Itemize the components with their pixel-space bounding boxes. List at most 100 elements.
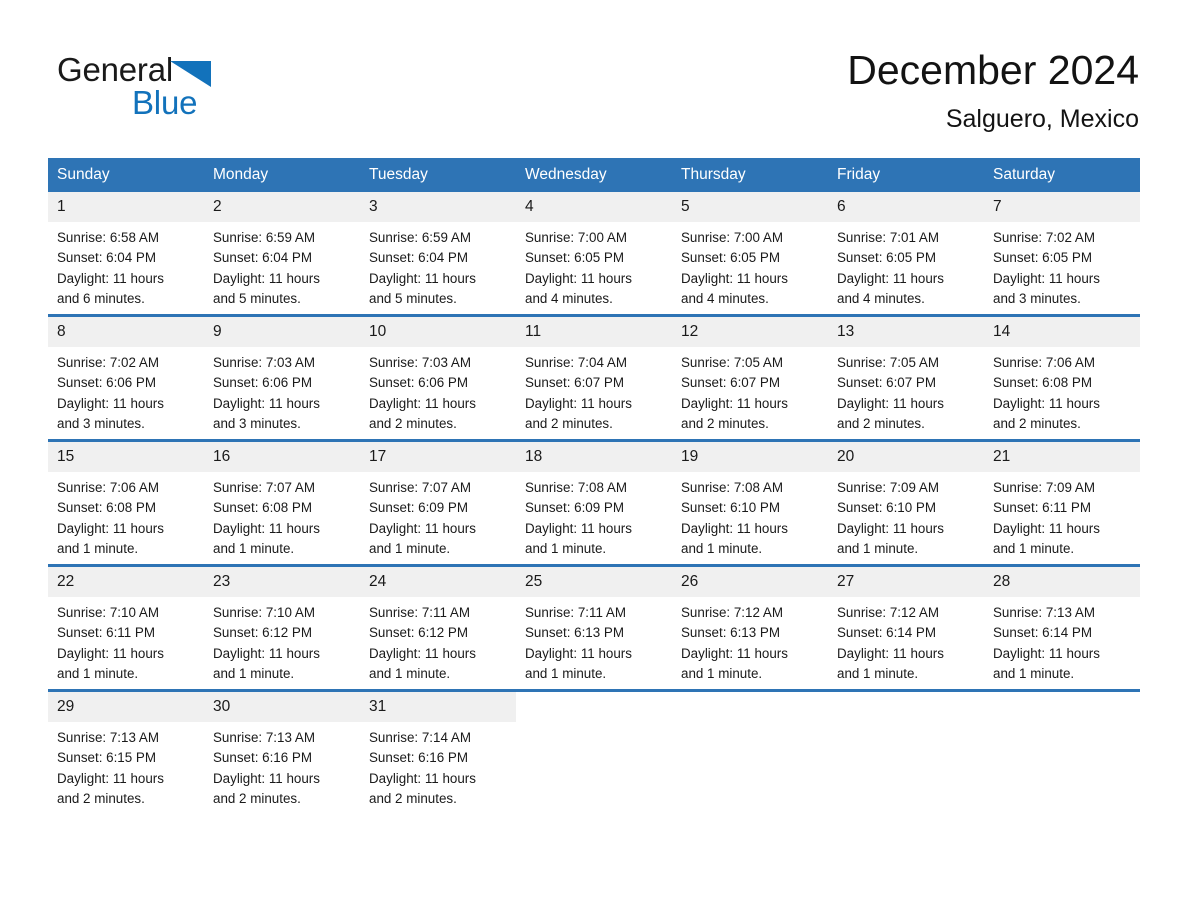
sunrise-text: Sunrise: 7:01 AM xyxy=(837,230,939,245)
daylight-text-line2: and 1 minute. xyxy=(993,540,1075,556)
calendar-day-cell[interactable]: 14 Sunrise: 7:06 AM Sunset: 6:08 PM Dayligh… xyxy=(984,314,1140,441)
calendar-day-cell[interactable]: 9 Sunrise: 7:03 AM Sunset: 6:06 PM Daylight… xyxy=(204,314,360,441)
calendar-day-cell[interactable]: 30 Sunrise: 7:13 AM Sunset: 6:16 PM Dayligh… xyxy=(204,689,360,814)
day-cell-inner: 13 Sunrise: 7:05 AM Sunset: 6:07 PM Dayligh… xyxy=(828,317,984,439)
daylight-text-line1: Daylight: 11 hours xyxy=(213,770,320,786)
calendar-day-cell[interactable]: 22 Sunrise: 7:10 AM Sunset: 6:11 PM Dayligh… xyxy=(48,564,204,691)
daylight-text-line1: Daylight: 11 hours xyxy=(525,645,632,661)
sunset-text: Sunset: 6:12 PM xyxy=(369,625,468,641)
calendar-day-cell[interactable]: 5 Sunrise: 7:00 AM Sunset: 6:05 PM Daylight… xyxy=(672,192,828,316)
calendar-day-cell[interactable]: 7 Sunrise: 7:02 AM Sunset: 6:05 PM Daylight… xyxy=(984,192,1140,316)
calendar-day-cell[interactable]: 16 Sunrise: 7:07 AM Sunset: 6:08 PM Dayligh… xyxy=(204,439,360,566)
calendar-cell-empty xyxy=(672,689,828,814)
calendar-day-cell[interactable]: 29 Sunrise: 7:13 AM Sunset: 6:15 PM Dayligh… xyxy=(48,689,204,814)
day-number: 9 xyxy=(204,317,360,347)
calendar-page: General Blue December 2024 Salguero, Mex… xyxy=(0,0,1188,918)
day-cell-inner: 7 Sunrise: 7:02 AM Sunset: 6:05 PM Daylight… xyxy=(984,192,1140,314)
calendar-day-cell[interactable]: 18 Sunrise: 7:08 AM Sunset: 6:09 PM Dayligh… xyxy=(516,439,672,566)
calendar-day-cell[interactable]: 11 Sunrise: 7:04 AM Sunset: 6:07 PM Dayligh… xyxy=(516,314,672,441)
daylight-text-line2: and 2 minutes. xyxy=(57,790,145,806)
day-number: 26 xyxy=(672,567,828,597)
day-cell-inner: 6 Sunrise: 7:01 AM Sunset: 6:05 PM Daylight… xyxy=(828,192,984,314)
day-details: Sunrise: 7:02 AM Sunset: 6:06 PM Daylight:… xyxy=(48,347,204,434)
calendar-day-cell[interactable]: 1 Sunrise: 6:58 AM Sunset: 6:04 PM Daylight… xyxy=(48,192,204,316)
day-details: Sunrise: 7:14 AM Sunset: 6:16 PM Daylight:… xyxy=(360,722,516,809)
daylight-text-line1: Daylight: 11 hours xyxy=(681,645,788,661)
day-number: 20 xyxy=(828,442,984,472)
sunrise-text: Sunrise: 7:10 AM xyxy=(57,605,159,620)
day-cell-inner: 12 Sunrise: 7:05 AM Sunset: 6:07 PM Dayligh… xyxy=(672,317,828,439)
calendar-day-cell[interactable]: 28 Sunrise: 7:13 AM Sunset: 6:14 PM Dayligh… xyxy=(984,564,1140,691)
day-cell-inner: 5 Sunrise: 7:00 AM Sunset: 6:05 PM Daylight… xyxy=(672,192,828,314)
daylight-text-line2: and 3 minutes. xyxy=(213,415,301,431)
daylight-text-line2: and 2 minutes. xyxy=(369,415,457,431)
day-details: Sunrise: 7:09 AM Sunset: 6:10 PM Daylight:… xyxy=(828,472,984,559)
page-header: General Blue December 2024 Salguero, Mex… xyxy=(48,44,1139,149)
day-number: 6 xyxy=(828,192,984,222)
sunrise-text: Sunrise: 7:11 AM xyxy=(369,605,470,620)
calendar-day-cell[interactable]: 23 Sunrise: 7:10 AM Sunset: 6:12 PM Dayligh… xyxy=(204,564,360,691)
calendar-day-cell[interactable]: 17 Sunrise: 7:07 AM Sunset: 6:09 PM Dayligh… xyxy=(360,439,516,566)
calendar-week-row: 8 Sunrise: 7:02 AM Sunset: 6:06 PM Daylight… xyxy=(48,314,1140,441)
day-number: 4 xyxy=(516,192,672,222)
sunset-text: Sunset: 6:09 PM xyxy=(369,500,468,516)
sunrise-text: Sunrise: 7:12 AM xyxy=(837,605,939,620)
sunset-text: Sunset: 6:13 PM xyxy=(681,625,780,641)
day-cell-inner: 17 Sunrise: 7:07 AM Sunset: 6:09 PM Dayligh… xyxy=(360,442,516,564)
calendar-day-cell[interactable]: 10 Sunrise: 7:03 AM Sunset: 6:06 PM Dayligh… xyxy=(360,314,516,441)
calendar-day-cell[interactable]: 12 Sunrise: 7:05 AM Sunset: 6:07 PM Dayligh… xyxy=(672,314,828,441)
day-number: 19 xyxy=(672,442,828,472)
daylight-text-line1: Daylight: 11 hours xyxy=(837,520,944,536)
sunset-text: Sunset: 6:10 PM xyxy=(681,500,780,516)
day-cell-inner: 21 Sunrise: 7:09 AM Sunset: 6:11 PM Dayligh… xyxy=(984,442,1140,564)
day-number xyxy=(516,692,672,722)
calendar-day-cell[interactable]: 26 Sunrise: 7:12 AM Sunset: 6:13 PM Dayligh… xyxy=(672,564,828,691)
sunset-text: Sunset: 6:05 PM xyxy=(837,250,936,266)
daylight-text-line2: and 4 minutes. xyxy=(837,290,925,306)
calendar-day-cell[interactable]: 27 Sunrise: 7:12 AM Sunset: 6:14 PM Dayligh… xyxy=(828,564,984,691)
sunset-text: Sunset: 6:07 PM xyxy=(681,375,780,391)
day-details: Sunrise: 7:00 AM Sunset: 6:05 PM Daylight:… xyxy=(516,222,672,309)
calendar-day-cell[interactable]: 2 Sunrise: 6:59 AM Sunset: 6:04 PM Daylight… xyxy=(204,192,360,316)
calendar-day-cell[interactable]: 19 Sunrise: 7:08 AM Sunset: 6:10 PM Dayligh… xyxy=(672,439,828,566)
sunrise-text: Sunrise: 6:59 AM xyxy=(369,230,471,245)
day-number: 23 xyxy=(204,567,360,597)
daylight-text-line2: and 1 minute. xyxy=(213,540,295,556)
calendar-day-cell[interactable]: 20 Sunrise: 7:09 AM Sunset: 6:10 PM Dayligh… xyxy=(828,439,984,566)
day-number xyxy=(984,692,1140,722)
sunrise-text: Sunrise: 7:13 AM xyxy=(57,730,159,745)
sunset-text: Sunset: 6:04 PM xyxy=(369,250,468,266)
sunset-text: Sunset: 6:15 PM xyxy=(57,750,156,766)
calendar-day-cell[interactable]: 15 Sunrise: 7:06 AM Sunset: 6:08 PM Dayligh… xyxy=(48,439,204,566)
day-header-sunday: Sunday xyxy=(48,158,204,192)
sunrise-text: Sunrise: 7:07 AM xyxy=(213,480,315,495)
sunset-text: Sunset: 6:16 PM xyxy=(213,750,312,766)
day-of-week-header-row: Sunday Monday Tuesday Wednesday Thursday… xyxy=(48,158,1140,192)
calendar-day-cell[interactable]: 3 Sunrise: 6:59 AM Sunset: 6:04 PM Daylight… xyxy=(360,192,516,316)
calendar-week-row: 29 Sunrise: 7:13 AM Sunset: 6:15 PM Dayligh… xyxy=(48,689,1140,814)
calendar-day-cell[interactable]: 31 Sunrise: 7:14 AM Sunset: 6:16 PM Dayligh… xyxy=(360,689,516,814)
sunset-text: Sunset: 6:05 PM xyxy=(525,250,624,266)
sunrise-text: Sunrise: 7:12 AM xyxy=(681,605,783,620)
calendar-day-cell[interactable]: 13 Sunrise: 7:05 AM Sunset: 6:07 PM Dayligh… xyxy=(828,314,984,441)
calendar-day-cell[interactable]: 8 Sunrise: 7:02 AM Sunset: 6:06 PM Daylight… xyxy=(48,314,204,441)
day-number: 8 xyxy=(48,317,204,347)
day-details: Sunrise: 7:13 AM Sunset: 6:15 PM Daylight:… xyxy=(48,722,204,809)
daylight-text-line1: Daylight: 11 hours xyxy=(369,520,476,536)
day-details: Sunrise: 7:05 AM Sunset: 6:07 PM Daylight:… xyxy=(828,347,984,434)
calendar-day-cell[interactable]: 25 Sunrise: 7:11 AM Sunset: 6:13 PM Dayligh… xyxy=(516,564,672,691)
sunset-text: Sunset: 6:05 PM xyxy=(993,250,1092,266)
sunset-text: Sunset: 6:11 PM xyxy=(57,625,156,641)
sunrise-text: Sunrise: 7:09 AM xyxy=(993,480,1095,495)
day-details: Sunrise: 7:08 AM Sunset: 6:09 PM Daylight:… xyxy=(516,472,672,559)
day-details: Sunrise: 7:07 AM Sunset: 6:08 PM Daylight:… xyxy=(204,472,360,559)
daylight-text-line2: and 3 minutes. xyxy=(993,290,1081,306)
calendar-day-cell[interactable]: 21 Sunrise: 7:09 AM Sunset: 6:11 PM Dayligh… xyxy=(984,439,1140,566)
sunset-text: Sunset: 6:08 PM xyxy=(213,500,312,516)
daylight-text-line2: and 2 minutes. xyxy=(681,415,769,431)
calendar-day-cell[interactable]: 4 Sunrise: 7:00 AM Sunset: 6:05 PM Daylight… xyxy=(516,192,672,316)
day-cell-inner: 4 Sunrise: 7:00 AM Sunset: 6:05 PM Daylight… xyxy=(516,192,672,314)
calendar-day-cell[interactable]: 6 Sunrise: 7:01 AM Sunset: 6:05 PM Daylight… xyxy=(828,192,984,316)
calendar-day-cell[interactable]: 24 Sunrise: 7:11 AM Sunset: 6:12 PM Dayligh… xyxy=(360,564,516,691)
daylight-text-line1: Daylight: 11 hours xyxy=(837,645,944,661)
